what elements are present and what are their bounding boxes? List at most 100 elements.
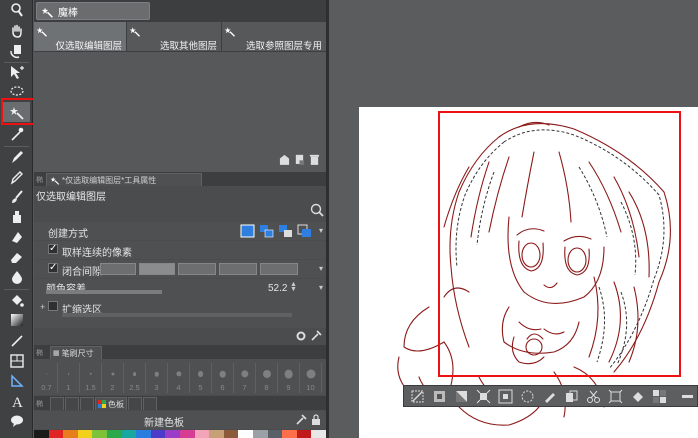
subtool-other-layers[interactable]: 选取其他图层 [127, 22, 222, 52]
shrink-selection-icon[interactable] [498, 389, 513, 404]
fill-tool-icon[interactable] [3, 267, 30, 287]
color-swatch[interactable] [77, 430, 93, 438]
close-gap-level-2[interactable] [139, 263, 175, 275]
expand-selection-icon[interactable] [476, 389, 491, 404]
brush-size-option[interactable]: 6 [212, 363, 234, 393]
approximate-color-tab[interactable] [143, 397, 157, 410]
rotate-tool-icon[interactable] [3, 41, 30, 61]
brush-size-option[interactable]: 10 [300, 363, 322, 393]
palette-lock-icon[interactable] [310, 414, 322, 426]
color-swatch[interactable] [179, 430, 195, 438]
brush-size-option[interactable]: 9 [278, 363, 300, 393]
close-gap-level-5[interactable] [260, 263, 298, 275]
invert-selection-icon[interactable] [454, 389, 469, 404]
color-swatch[interactable] [194, 430, 210, 438]
subtool-reference-layer[interactable]: 选取参照图层专用 [222, 22, 326, 52]
brush-size-option[interactable]: 3 [146, 363, 168, 393]
palette-settings-icon[interactable] [295, 414, 307, 426]
brush-size-option[interactable]: 1 [58, 363, 80, 393]
tool-property-tab[interactable]: *仅选取编辑图层*工具属性 [46, 173, 202, 186]
color-swatch[interactable] [106, 430, 122, 438]
create-mode-dropdown-icon[interactable]: ▾ [319, 226, 323, 235]
zoom-tool-icon[interactable] [3, 0, 30, 20]
contiguous-checkbox[interactable]: ✓ [48, 244, 58, 254]
deselect-icon[interactable] [410, 389, 425, 404]
color-swatch[interactable] [150, 430, 166, 438]
color-swatch[interactable] [223, 430, 239, 438]
clear-outside-icon[interactable] [432, 389, 447, 404]
new-selection-icon[interactable] [240, 224, 255, 238]
color-swatch[interactable] [92, 430, 107, 438]
brush-size-tab[interactable]: ▦ 笔刷尺寸 [50, 346, 102, 359]
color-swatch[interactable] [267, 430, 283, 438]
color-swatch[interactable] [282, 430, 297, 438]
color-swatch[interactable] [34, 430, 49, 438]
line-tool-icon[interactable] [3, 331, 30, 351]
color-swatch[interactable] [136, 430, 151, 438]
cut-paste-icon[interactable] [586, 389, 601, 404]
ruler-tool-icon[interactable] [3, 371, 30, 391]
color-tolerance-slider[interactable] [46, 290, 162, 294]
zoom-property-icon[interactable] [310, 203, 324, 217]
intersect-selection-icon[interactable] [297, 224, 312, 238]
color-swatch[interactable] [252, 430, 268, 438]
expand-toggle-icon[interactable]: + [40, 302, 45, 312]
subtool-settings-icon[interactable] [279, 153, 290, 166]
color-wheel-tab[interactable] [50, 397, 64, 410]
gradient-tool-icon[interactable] [3, 310, 30, 330]
brush-tool-icon[interactable] [3, 187, 30, 207]
brush-size-option[interactable]: 4 [168, 363, 190, 393]
property-settings-icon[interactable] [295, 330, 307, 342]
transform-icon[interactable] [608, 389, 623, 404]
balloon-tool-icon[interactable] [3, 411, 30, 431]
close-gap-dropdown-icon[interactable]: ▾ [319, 264, 323, 273]
fill-selection-icon[interactable] [630, 389, 645, 404]
property-tool-icon[interactable] [310, 330, 322, 342]
expand-selection-checkbox[interactable] [48, 301, 58, 311]
subtool-tab-magic-wand[interactable]: 魔棒 [36, 2, 150, 20]
subtool-edit-layer-only[interactable]: 仅选取编辑图层 [34, 22, 127, 52]
text-tool-icon[interactable]: A [3, 391, 30, 411]
frame-tool-icon[interactable] [3, 351, 30, 371]
brush-size-option[interactable]: 2 [102, 363, 124, 393]
color-slider-tab[interactable] [65, 397, 79, 410]
brush-size-option[interactable]: 1.5 [80, 363, 102, 393]
selection-layer-icon[interactable] [520, 389, 535, 404]
color-history-tab[interactable] [128, 397, 142, 410]
color-swatch[interactable] [311, 430, 326, 438]
subtract-selection-icon[interactable] [278, 224, 293, 238]
close-gap-level-4[interactable] [219, 263, 257, 275]
new-palette-label[interactable]: 新建色板 [144, 414, 184, 429]
close-gap-level-3[interactable] [178, 263, 216, 275]
color-swatch[interactable] [238, 430, 253, 438]
airbrush-tool-icon[interactable] [3, 207, 30, 227]
add-selection-icon[interactable] [259, 224, 274, 238]
brush-size-option[interactable]: 7 [234, 363, 256, 393]
brush-size-option[interactable]: 0.7 [36, 363, 58, 393]
hand-tool-icon[interactable] [3, 21, 30, 41]
copy-paste-icon[interactable] [564, 389, 579, 404]
color-swatch[interactable] [48, 430, 64, 438]
checker-icon[interactable] [652, 389, 667, 404]
close-gap-level-1[interactable] [100, 263, 136, 275]
copy-subtool-icon[interactable] [294, 153, 305, 166]
pencil-tool-icon[interactable] [3, 167, 30, 187]
eyedropper-tool-icon[interactable] [3, 124, 30, 144]
color-tolerance-dropdown-icon[interactable]: ▾ [319, 283, 323, 292]
brush-size-option[interactable]: 8 [256, 363, 278, 393]
expand-selection-slider[interactable] [62, 313, 292, 317]
color-swatch[interactable] [121, 430, 137, 438]
intermediate-color-tab[interactable] [80, 397, 94, 410]
color-swatch[interactable] [296, 430, 312, 438]
pen-tool-icon[interactable] [3, 147, 30, 167]
color-swatch[interactable] [165, 430, 180, 438]
color-tolerance-stepper-icon[interactable]: ▲ ▼ [290, 281, 298, 293]
color-swatch[interactable] [209, 430, 224, 438]
close-gap-checkbox[interactable]: ✓ [48, 263, 58, 273]
blend-tool-icon[interactable] [3, 227, 30, 247]
edit-selection-icon[interactable] [542, 389, 557, 404]
bucket-tool-icon[interactable] [3, 290, 30, 310]
launcher-menu-icon[interactable] [680, 389, 695, 404]
brush-size-option[interactable]: 2.5 [124, 363, 146, 393]
color-palette-tab[interactable]: 色板 [95, 397, 127, 410]
